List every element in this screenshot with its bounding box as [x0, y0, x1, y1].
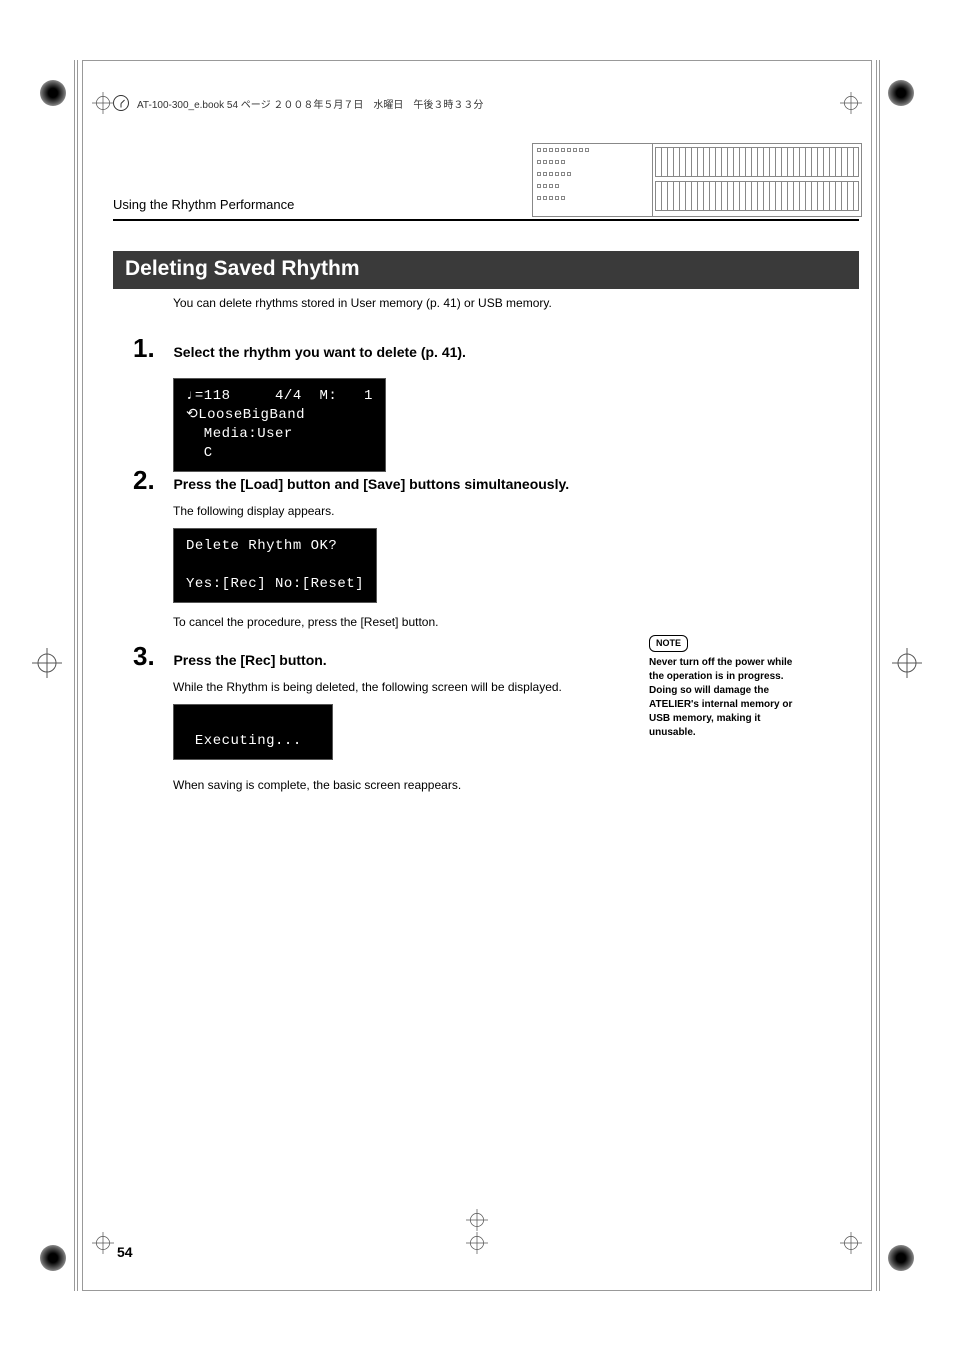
intro-text: You can delete rhythms stored in User me… — [173, 296, 552, 310]
registration-mark-icon — [840, 92, 862, 119]
page-content: AT-100-300_e.book 54 ページ ２００８年５月７日 水曜日 午… — [95, 73, 859, 1278]
control-panel-icon — [533, 144, 653, 216]
print-mark-dot — [888, 80, 914, 106]
registration-mark-icon — [466, 1232, 488, 1259]
page-title: Deleting Saved Rhythm — [113, 251, 859, 289]
step-3: 3. Press the [Rec] button. While the Rhy… — [133, 641, 581, 794]
step-body-text: To cancel the procedure, press the [Rese… — [173, 613, 581, 631]
keyboard-icon — [653, 144, 861, 216]
print-mark-dot — [40, 80, 66, 106]
page-frame: AT-100-300_e.book 54 ページ ２００８年５月７日 水曜日 午… — [82, 60, 872, 1291]
note-text: Never turn off the power while the opera… — [649, 656, 809, 740]
note-badge: NOTE — [649, 635, 688, 652]
step-title: Select the rhythm you want to delete (p.… — [173, 344, 466, 360]
clock-icon — [113, 95, 129, 111]
section-header: Using the Rhythm Performance — [113, 197, 294, 212]
registration-mark-icon — [32, 648, 62, 678]
note-callout: NOTE Never turn off the power while the … — [649, 635, 809, 740]
step-1: 1. Select the rhythm you want to delete … — [133, 333, 581, 472]
book-header-text: AT-100-300_e.book 54 ページ ２００８年５月７日 水曜日 午… — [137, 96, 483, 111]
section-rule — [113, 219, 859, 221]
print-mark-dot — [888, 1245, 914, 1271]
lcd-screen: ♩=118 4/4 M: 1 ⟲LooseBigBand Media:User … — [173, 378, 386, 472]
registration-mark-icon — [892, 648, 922, 678]
registration-mark-icon — [466, 1209, 488, 1231]
step-body-text: When saving is complete, the basic scree… — [173, 776, 581, 794]
page-number: 54 — [117, 1244, 133, 1260]
print-frame-line-right — [876, 60, 880, 1291]
step-title: Press the [Rec] button. — [173, 652, 326, 668]
step-number: 2. — [133, 465, 169, 496]
registration-mark-icon — [92, 92, 114, 119]
lcd-screen: Executing... — [173, 704, 333, 760]
step-body-text: While the Rhythm is being deleted, the f… — [173, 678, 581, 696]
registration-mark-icon — [92, 1232, 114, 1259]
step-2: 2. Press the [Load] button and [Save] bu… — [133, 465, 581, 631]
book-file-header: AT-100-300_e.book 54 ページ ２００８年５月７日 水曜日 午… — [113, 95, 483, 111]
lcd-screen: Delete Rhythm OK? Yes:[Rec] No:[Reset] — [173, 528, 377, 603]
print-frame-line-left — [74, 60, 78, 1291]
print-mark-dot — [40, 1245, 66, 1271]
step-number: 1. — [133, 333, 169, 364]
step-number: 3. — [133, 641, 169, 672]
keyboard-illustration — [532, 143, 862, 217]
step-body-text: The following display appears. — [173, 502, 581, 520]
step-title: Press the [Load] button and [Save] butto… — [173, 476, 569, 492]
registration-mark-icon — [840, 1232, 862, 1259]
